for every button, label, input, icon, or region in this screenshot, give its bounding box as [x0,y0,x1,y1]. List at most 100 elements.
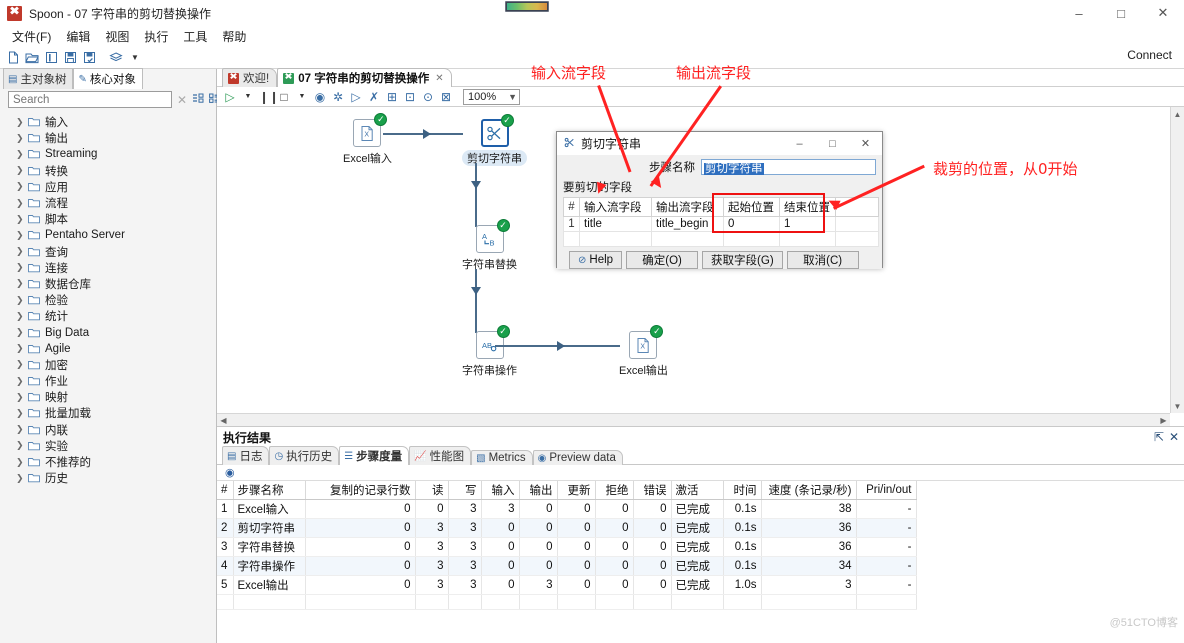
scroll-right-icon[interactable]: ▶ [1157,416,1170,425]
explorer-icon[interactable] [43,49,59,65]
scroll-left-icon[interactable]: ◀ [217,416,230,425]
step-cut-string[interactable]: ✓ 剪切字符串 [462,114,527,166]
step-icon-box[interactable]: X ✓ [629,325,664,359]
menu-item-file[interactable]: 文件(F) [6,27,57,46]
close-button[interactable]: ✕ [1142,0,1184,26]
ok-button[interactable]: 确定(O) [626,251,699,269]
table-row[interactable]: 3 字符串替换 0 3 3 0 0 0 0 0 已完成 0.1s 36 - [217,537,917,557]
fit-to-screen-icon[interactable]: ⊠ [439,90,453,104]
tab-step-metrics[interactable]: ☰ 步骤度量 [339,446,410,465]
chevron-right-icon[interactable]: ❯ [16,311,24,322]
dropdown-caret-icon[interactable]: ▼ [127,49,143,65]
chevron-right-icon[interactable]: ❯ [16,165,24,176]
table-row[interactable]: 1 Excel输入 0 0 3 3 0 0 0 0 已完成 0.1s 38 - [217,499,917,519]
hop-connector[interactable] [475,269,477,333]
menu-item-view[interactable]: 视图 [99,27,135,46]
step-icon-box[interactable]: ✓ [480,114,514,147]
col-time[interactable]: 时间 [723,481,762,500]
pause-icon[interactable]: ❙❙ [259,90,279,104]
chevron-right-icon[interactable]: ❯ [16,198,24,209]
tab-performance-graph[interactable]: 📈 性能图 [409,446,472,465]
chevron-right-icon[interactable]: ❯ [16,149,24,160]
tree-item-16[interactable]: ❯ 作业 [0,373,216,389]
canvas-vertical-scrollbar[interactable]: ▲ ▼ [1170,107,1184,413]
col-step-name[interactable]: 步骤名称 [233,481,306,500]
impact-icon[interactable]: ⊞ [385,90,399,104]
tree-item-5[interactable]: ❯ 流程 [0,195,216,211]
tree-item-15[interactable]: ❯ 加密 [0,357,216,373]
step-icon-box[interactable]: A B ✓ [475,219,510,253]
tree-item-21[interactable]: ❯ 不推荐的 [0,454,216,470]
replay-icon[interactable]: ▷ [349,90,363,104]
dialog-maximize-button[interactable]: □ [816,132,849,155]
col-updated[interactable]: 更新 [557,481,596,500]
table-row[interactable]: 5 Excel输出 0 3 3 0 3 0 0 0 已完成 1.0s 3 - [217,575,917,595]
tree-item-14[interactable]: ❯ Agile [0,341,216,357]
chevron-right-icon[interactable]: ❯ [16,295,24,306]
tree-item-22[interactable]: ❯ 历史 [0,470,216,486]
chevron-right-icon[interactable]: ❯ [16,424,24,435]
step-excel-input[interactable]: X ✓ Excel输入 [343,113,392,166]
tree-item-6[interactable]: ❯ 脚本 [0,211,216,227]
step-metrics-grid[interactable]: # 步骤名称 复制的记录行数 读 写 输入 输出 更新 拒绝 错误 激活 时间 … [217,481,1184,643]
chevron-right-icon[interactable]: ❯ [16,440,24,451]
cell-empty[interactable] [779,231,836,247]
step-name-input[interactable]: 剪切字符串 [701,159,876,175]
cell-input-stream-field[interactable]: title [579,216,652,232]
chevron-right-icon[interactable]: ❯ [16,392,24,403]
chevron-right-icon[interactable]: ❯ [16,246,24,257]
connect-button[interactable]: Connect [1127,48,1172,62]
col-start-position[interactable]: 起始位置 [723,197,780,217]
stop-dropdown-icon[interactable]: ▼ [295,93,309,100]
chevron-right-icon[interactable]: ❯ [16,133,24,144]
tab-main-object-tree[interactable]: ▤ 主对象树 [3,68,74,89]
col-end-position[interactable]: 结束位置 [779,197,836,217]
cell-empty[interactable] [723,231,780,247]
maximize-panel-icon[interactable]: ⇱ [1154,430,1164,444]
tab-metrics[interactable]: ▧ Metrics [471,450,533,465]
chevron-right-icon[interactable]: ❯ [16,214,24,225]
col-errors[interactable]: 错误 [633,481,672,500]
tree-item-10[interactable]: ❯ 数据仓库 [0,276,216,292]
tree-item-20[interactable]: ❯ 实验 [0,438,216,454]
tree-item-7[interactable]: ❯ Pentaho Server [0,227,216,243]
col-output-stream-field[interactable]: 输出流字段 [651,197,724,217]
preview-icon[interactable]: ◉ [313,90,327,104]
dialog-table-row-empty[interactable] [563,231,879,247]
minimize-button[interactable]: – [1058,0,1100,26]
tree-item-12[interactable]: ❯ 统计 [0,308,216,324]
stop-icon[interactable]: □ [277,90,291,104]
chevron-right-icon[interactable]: ❯ [16,408,24,419]
canvas-horizontal-scrollbar[interactable]: ◀ ▶ [217,413,1170,426]
hop-connector[interactable] [475,163,477,227]
col-copied-rows[interactable]: 复制的记录行数 [305,481,416,500]
step-excel-output[interactable]: X ✓ Excel输出 [619,325,668,378]
sql-icon[interactable]: ⊡ [403,90,417,104]
col-active[interactable]: 激活 [671,481,724,500]
search-input[interactable] [8,91,172,108]
tree-item-17[interactable]: ❯ 映射 [0,389,216,405]
tab-welcome[interactable]: 欢迎! [222,68,278,87]
tree-item-3[interactable]: ❯ 转换 [0,163,216,179]
cell-end-position[interactable]: 1 [779,216,836,232]
get-fields-button[interactable]: 获取字段(G) [702,251,783,269]
tab-log[interactable]: ▤ 日志 [222,446,270,465]
close-panel-icon[interactable]: ✕ [1169,430,1179,444]
inspect-icon[interactable]: ⊙ [421,90,435,104]
tree-item-19[interactable]: ❯ 内联 [0,422,216,438]
tab-transformation[interactable]: 07 字符串的剪切替换操作 ✕ [277,68,452,87]
tree-item-8[interactable]: ❯ 查询 [0,244,216,260]
cell-empty[interactable] [651,231,724,247]
cell-output-stream-field[interactable]: title_begin [651,216,724,232]
tree-item-4[interactable]: ❯ 应用 [0,179,216,195]
run-icon[interactable]: ▷ [223,90,237,104]
scroll-up-icon[interactable]: ▲ [1171,107,1184,121]
maximize-button[interactable]: □ [1100,0,1142,26]
chevron-right-icon[interactable]: ❯ [16,473,24,484]
new-file-icon[interactable] [5,49,21,65]
col-speed[interactable]: 速度 (条记录/秒) [761,481,857,500]
chevron-right-icon[interactable]: ❯ [16,359,24,370]
dialog-minimize-button[interactable]: – [783,132,816,155]
zoom-select[interactable]: 100% ▼ [463,88,521,105]
close-icon[interactable]: ✕ [177,93,187,107]
